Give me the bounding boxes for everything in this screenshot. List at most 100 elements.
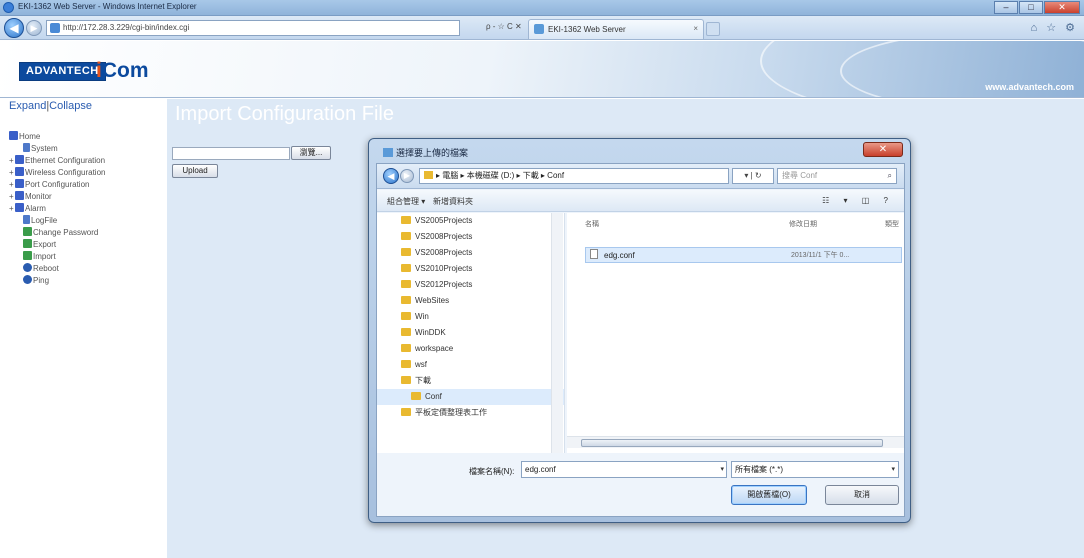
sidebar-item-label: Ping	[33, 276, 50, 285]
folder-item[interactable]: Conf	[377, 389, 564, 405]
browser-tools-icons[interactable]: ⌂ ☆ ⚙	[1031, 21, 1078, 34]
dialog-search-input[interactable]: 搜尋 Conf ⌕	[777, 168, 897, 184]
advantech-logo: ADVANTECH	[19, 62, 106, 81]
folder-icon	[401, 360, 411, 368]
filename-input[interactable]: edg.conf ▾	[521, 461, 727, 478]
tab-close-icon[interactable]: ×	[693, 24, 698, 33]
file-icon	[590, 249, 598, 259]
folder-item[interactable]: VS2008Projects	[377, 245, 564, 261]
folder-item[interactable]: 下載	[377, 373, 564, 389]
sidebar-item[interactable]: System	[9, 143, 105, 155]
folder-icon	[401, 248, 411, 256]
sidebar-item[interactable]: + Wireless Configuration	[9, 167, 105, 179]
close-window-button[interactable]: ✕	[1044, 1, 1080, 14]
maximize-button[interactable]: □	[1019, 1, 1043, 14]
folder-item[interactable]: 平板定價整理表工作	[377, 405, 564, 421]
filetype-select[interactable]: 所有檔案 (*.*) ▾	[731, 461, 899, 478]
folder-item[interactable]: Win	[377, 309, 564, 325]
column-header-name[interactable]: 名稱	[585, 219, 599, 229]
folder-label: WebSites	[415, 296, 450, 305]
filename-value: edg.conf	[525, 465, 556, 474]
window-title: EKI-1362 Web Server - Windows Internet E…	[18, 2, 197, 11]
folder-icon	[401, 328, 411, 336]
folder-item[interactable]: VS2008Projects	[377, 229, 564, 245]
dialog-toolbar: 組合管理 ▾ 新增資料夾 ☷ ▾ ◫ ?	[377, 190, 904, 212]
sidebar-item[interactable]: + Monitor	[9, 191, 105, 203]
new-tab-button[interactable]	[706, 22, 720, 36]
column-header-type[interactable]: 類型	[885, 219, 899, 229]
cancel-button[interactable]: 取消	[825, 485, 899, 505]
refresh-button[interactable]: ▾ | ↻	[732, 168, 774, 184]
filetype-value: 所有檔案 (*.*)	[735, 465, 783, 474]
sidebar: Expand|Collapse Home System + Ethernet Conf…	[0, 99, 167, 558]
logo-text: ADVANTECH	[26, 65, 99, 77]
folder-scrollbar[interactable]	[551, 213, 563, 453]
dialog-forward-button[interactable]: ▶	[400, 169, 414, 183]
dialog-nav-bar: ◀ ▶ ▸ 電腦 ▸ 本機磁碟 (D:) ▸ 下載 ▸ Conf ▾ | ↻ 搜…	[377, 164, 904, 189]
folder-label: VS2010Projects	[415, 264, 473, 273]
breadcrumb-text: ▸ 電腦 ▸ 本機磁碟 (D:) ▸ 下載 ▸ Conf	[436, 171, 565, 180]
organize-button[interactable]: 組合管理 ▾	[387, 196, 425, 207]
folder-icon	[401, 376, 411, 384]
file-path-input[interactable]	[172, 147, 290, 160]
folder-label: wsf	[415, 360, 427, 369]
file-list-item[interactable]: edg.conf 2013/11/1 下午 0...	[585, 247, 902, 263]
folder-label: VS2008Projects	[415, 232, 473, 241]
sidebar-item[interactable]: Change Password	[9, 227, 105, 239]
filename-label: 檔案名稱(N):	[469, 467, 515, 476]
gear-icon	[23, 275, 32, 284]
folder-icon	[15, 167, 24, 176]
sidebar-item[interactable]: + Alarm	[9, 203, 105, 215]
new-folder-button[interactable]: 新增資料夾	[433, 196, 473, 207]
browser-tab[interactable]: EKI-1362 Web Server ×	[528, 19, 704, 39]
sidebar-item[interactable]: Reboot	[9, 263, 105, 275]
folder-item[interactable]: WebSites	[377, 293, 564, 309]
website-link[interactable]: www.advantech.com	[985, 82, 1074, 92]
sidebar-item[interactable]: Import	[9, 251, 105, 263]
sidebar-item[interactable]: LogFile	[9, 215, 105, 227]
view-options-icons[interactable]: ☷ ▾ ◫ ?	[822, 196, 894, 205]
sidebar-item[interactable]: Export	[9, 239, 105, 251]
folder-icon	[411, 392, 421, 400]
folder-label: 下載	[415, 376, 431, 385]
sidebar-item[interactable]: Ping	[9, 275, 105, 287]
forward-button[interactable]: ▶	[26, 20, 42, 36]
search-icon: ⌕	[887, 171, 892, 180]
address-tools[interactable]: ρ - ☆ C ✕	[486, 22, 522, 31]
sidebar-item[interactable]: + Port Configuration	[9, 179, 105, 191]
address-bar[interactable]: http://172.28.3.229/cgi-bin/index.cgi	[46, 20, 460, 36]
folder-item[interactable]: VS2010Projects	[377, 261, 564, 277]
dialog-breadcrumb[interactable]: ▸ 電腦 ▸ 本機磁碟 (D:) ▸ 下載 ▸ Conf	[419, 168, 729, 184]
folder-item[interactable]: wsf	[377, 357, 564, 373]
open-button[interactable]: 開啟舊檔(O)	[731, 485, 807, 505]
expand-link[interactable]: Expand	[9, 100, 46, 112]
folder-item[interactable]: VS2005Projects	[377, 213, 564, 229]
sidebar-item-label: Wireless Configuration	[25, 168, 106, 177]
minimize-button[interactable]: –	[994, 1, 1018, 14]
sidebar-item-label: Import	[33, 252, 56, 261]
upload-button[interactable]: Upload	[172, 164, 218, 178]
folder-icon	[15, 179, 24, 188]
browse-button[interactable]: 瀏覽...	[291, 146, 331, 160]
folder-label: Conf	[425, 392, 442, 401]
gear-icon	[23, 263, 32, 272]
sidebar-item[interactable]: + Ethernet Configuration	[9, 155, 105, 167]
horizontal-scrollbar[interactable]	[567, 436, 904, 448]
dialog-icon	[383, 148, 393, 157]
scrollbar-thumb[interactable]	[581, 439, 883, 447]
back-button[interactable]: ◀	[4, 18, 24, 38]
column-header-date[interactable]: 修改日期	[789, 219, 817, 229]
collapse-link[interactable]: Collapse	[49, 100, 92, 112]
folder-item[interactable]: WinDDK	[377, 325, 564, 341]
folder-item[interactable]: workspace	[377, 341, 564, 357]
folder-item[interactable]: VS2012Projects	[377, 277, 564, 293]
folder-icon	[15, 155, 24, 164]
folder-icon	[401, 280, 411, 288]
folder-label: workspace	[415, 344, 454, 353]
sidebar-item-label: Export	[33, 240, 57, 249]
dialog-back-button[interactable]: ◀	[383, 168, 399, 184]
dialog-close-button[interactable]: ✕	[863, 142, 903, 157]
sidebar-item-label: LogFile	[31, 216, 58, 225]
chevron-down-icon[interactable]: ▾	[720, 462, 724, 477]
sidebar-item[interactable]: Home	[9, 131, 105, 143]
